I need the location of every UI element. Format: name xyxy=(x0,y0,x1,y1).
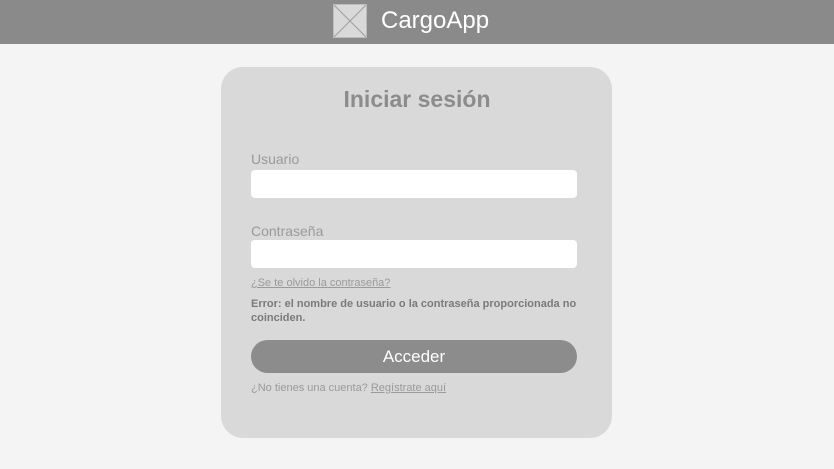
register-link[interactable]: Regístrate aquí xyxy=(371,382,446,394)
username-input[interactable] xyxy=(251,170,577,198)
register-prompt: ¿No tienes una cuenta? xyxy=(251,382,371,394)
username-label: Usuario xyxy=(251,151,300,167)
login-button[interactable]: Acceder xyxy=(251,340,577,373)
image-placeholder-icon xyxy=(333,4,367,38)
register-prompt-row: ¿No tienes una cuenta? Regístrate aquí xyxy=(251,381,446,395)
login-title: Iniciar sesión xyxy=(343,86,491,112)
error-message: Error: el nombre de usuario o la contras… xyxy=(251,298,577,324)
password-input[interactable] xyxy=(251,240,577,268)
top-bar: CargoApp xyxy=(0,0,834,44)
login-page: CargoApp Iniciar sesión Usuario Contrase… xyxy=(0,0,834,469)
app-title: CargoApp xyxy=(381,7,490,34)
forgot-password-link[interactable]: ¿Se te olvido la contraseña? xyxy=(251,276,390,290)
password-label: Contraseña xyxy=(251,223,324,239)
